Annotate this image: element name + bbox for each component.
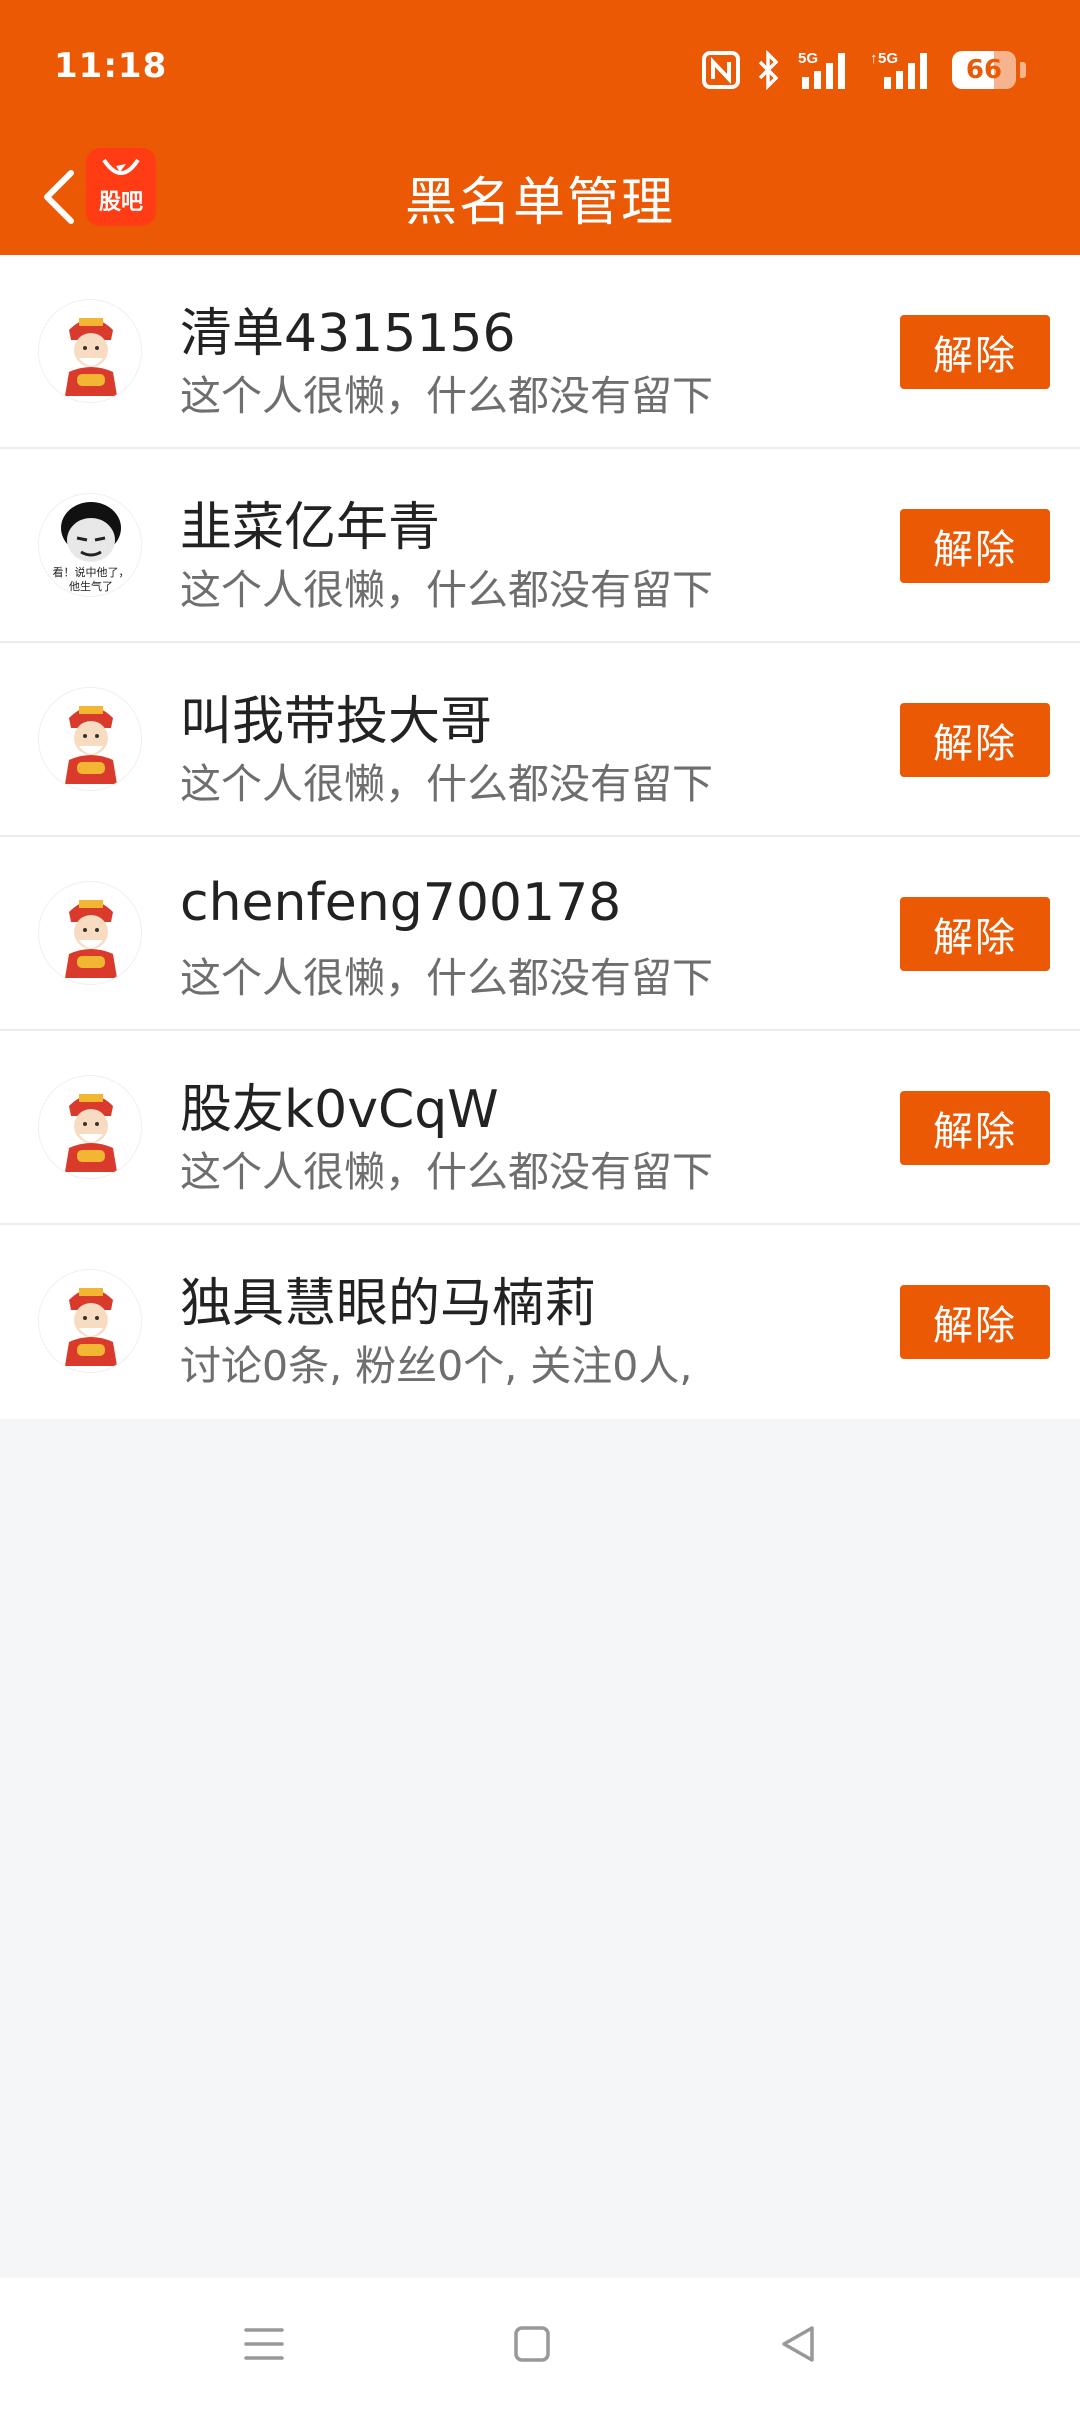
- fortune-god-avatar-icon: [39, 1270, 141, 1372]
- battery-cap: [1020, 62, 1026, 78]
- user-name: 清单4315156: [180, 304, 516, 364]
- home-square-icon: [514, 2326, 550, 2362]
- user-description: 这个人很懒，什么都没有留下: [180, 372, 713, 420]
- svg-text:他生气了: 他生气了: [69, 579, 113, 593]
- user-description: 讨论0条, 粉丝0个, 关注0人,: [180, 1342, 693, 1390]
- home-button[interactable]: [496, 2308, 568, 2380]
- remove-button[interactable]: 解除: [900, 897, 1050, 971]
- avatar[interactable]: [38, 687, 142, 791]
- svg-text:↑: ↑: [870, 50, 878, 67]
- svg-text:5G: 5G: [878, 50, 898, 67]
- user-name: 股友k0vCqW: [180, 1080, 499, 1140]
- screen: 11:18 5G ↑ 5G 66 股吧 黑名单管理 清单4315156 这个人很…: [0, 0, 1080, 2412]
- status-icons: 5G ↑ 5G 66: [702, 48, 1026, 92]
- list-item: chenfeng700178 这个人很懒，什么都没有留下 解除: [0, 837, 1080, 1031]
- list-item: 清单4315156 这个人很懒，什么都没有留下 解除: [0, 255, 1080, 449]
- list-item: 看！说中他了， 他生气了 韭菜亿年青 这个人很懒，什么都没有留下 解除: [0, 449, 1080, 643]
- remove-button[interactable]: 解除: [900, 1091, 1050, 1165]
- user-name: 韭菜亿年青: [180, 498, 441, 558]
- user-description: 这个人很懒，什么都没有留下: [180, 1148, 713, 1196]
- remove-button[interactable]: 解除: [900, 703, 1050, 777]
- list-item: 股友k0vCqW 这个人很懒，什么都没有留下 解除: [0, 1031, 1080, 1225]
- signal-5g-icon: ↑ 5G: [870, 49, 936, 91]
- user-name: 叫我带投大哥: [180, 692, 493, 752]
- menu-button[interactable]: [228, 2308, 300, 2380]
- user-name: chenfeng700178: [180, 873, 622, 933]
- bluetooth-icon: [756, 50, 782, 90]
- remove-button[interactable]: 解除: [900, 315, 1050, 389]
- avatar[interactable]: [38, 299, 142, 403]
- page-title: 黑名单管理: [404, 173, 675, 233]
- fortune-god-avatar-icon: [39, 882, 141, 984]
- meme-face-avatar-icon: 看！说中他了， 他生气了: [39, 494, 141, 596]
- nfc-icon: [702, 51, 740, 89]
- avatar[interactable]: [38, 881, 142, 985]
- back-nav-button[interactable]: [762, 2308, 834, 2380]
- fortune-god-avatar-icon: [39, 300, 141, 402]
- fortune-god-avatar-icon: [39, 688, 141, 790]
- status-bar: 11:18 5G ↑ 5G 66: [0, 0, 1080, 140]
- system-navigation-bar: [0, 2278, 1080, 2412]
- battery-icon: 66: [952, 51, 1016, 89]
- user-description: 这个人很懒，什么都没有留下: [180, 566, 713, 614]
- svg-text:5G: 5G: [798, 50, 818, 67]
- signal-5g-icon: 5G: [798, 49, 854, 91]
- user-description: 这个人很懒，什么都没有留下: [180, 954, 713, 1002]
- remove-button[interactable]: 解除: [900, 1285, 1050, 1359]
- blacklist-list: 清单4315156 这个人很懒，什么都没有留下 解除 看！说中他了， 他生气了 …: [0, 255, 1080, 1419]
- menu-icon: [244, 2328, 284, 2360]
- avatar[interactable]: 看！说中他了， 他生气了: [38, 493, 142, 597]
- avatar[interactable]: [38, 1075, 142, 1179]
- battery-level: 66: [965, 55, 1003, 85]
- remove-button[interactable]: 解除: [900, 509, 1050, 583]
- status-time: 11:18: [54, 46, 168, 86]
- list-item: 叫我带投大哥 这个人很懒，什么都没有留下 解除: [0, 643, 1080, 837]
- app-header: 11:18 5G ↑ 5G 66 股吧 黑名单管理: [0, 0, 1080, 255]
- list-item: 独具慧眼的马楠莉 讨论0条, 粉丝0个, 关注0人, 解除: [0, 1225, 1080, 1419]
- fortune-god-avatar-icon: [39, 1076, 141, 1178]
- svg-text:看！说中他了，: 看！说中他了，: [53, 565, 130, 579]
- nav-bar: 股吧 黑名单管理: [0, 140, 1080, 255]
- user-description: 这个人很懒，什么都没有留下: [180, 760, 713, 808]
- user-name: 独具慧眼的马楠莉: [180, 1274, 597, 1334]
- avatar[interactable]: [38, 1269, 142, 1373]
- back-triangle-icon: [782, 2326, 814, 2362]
